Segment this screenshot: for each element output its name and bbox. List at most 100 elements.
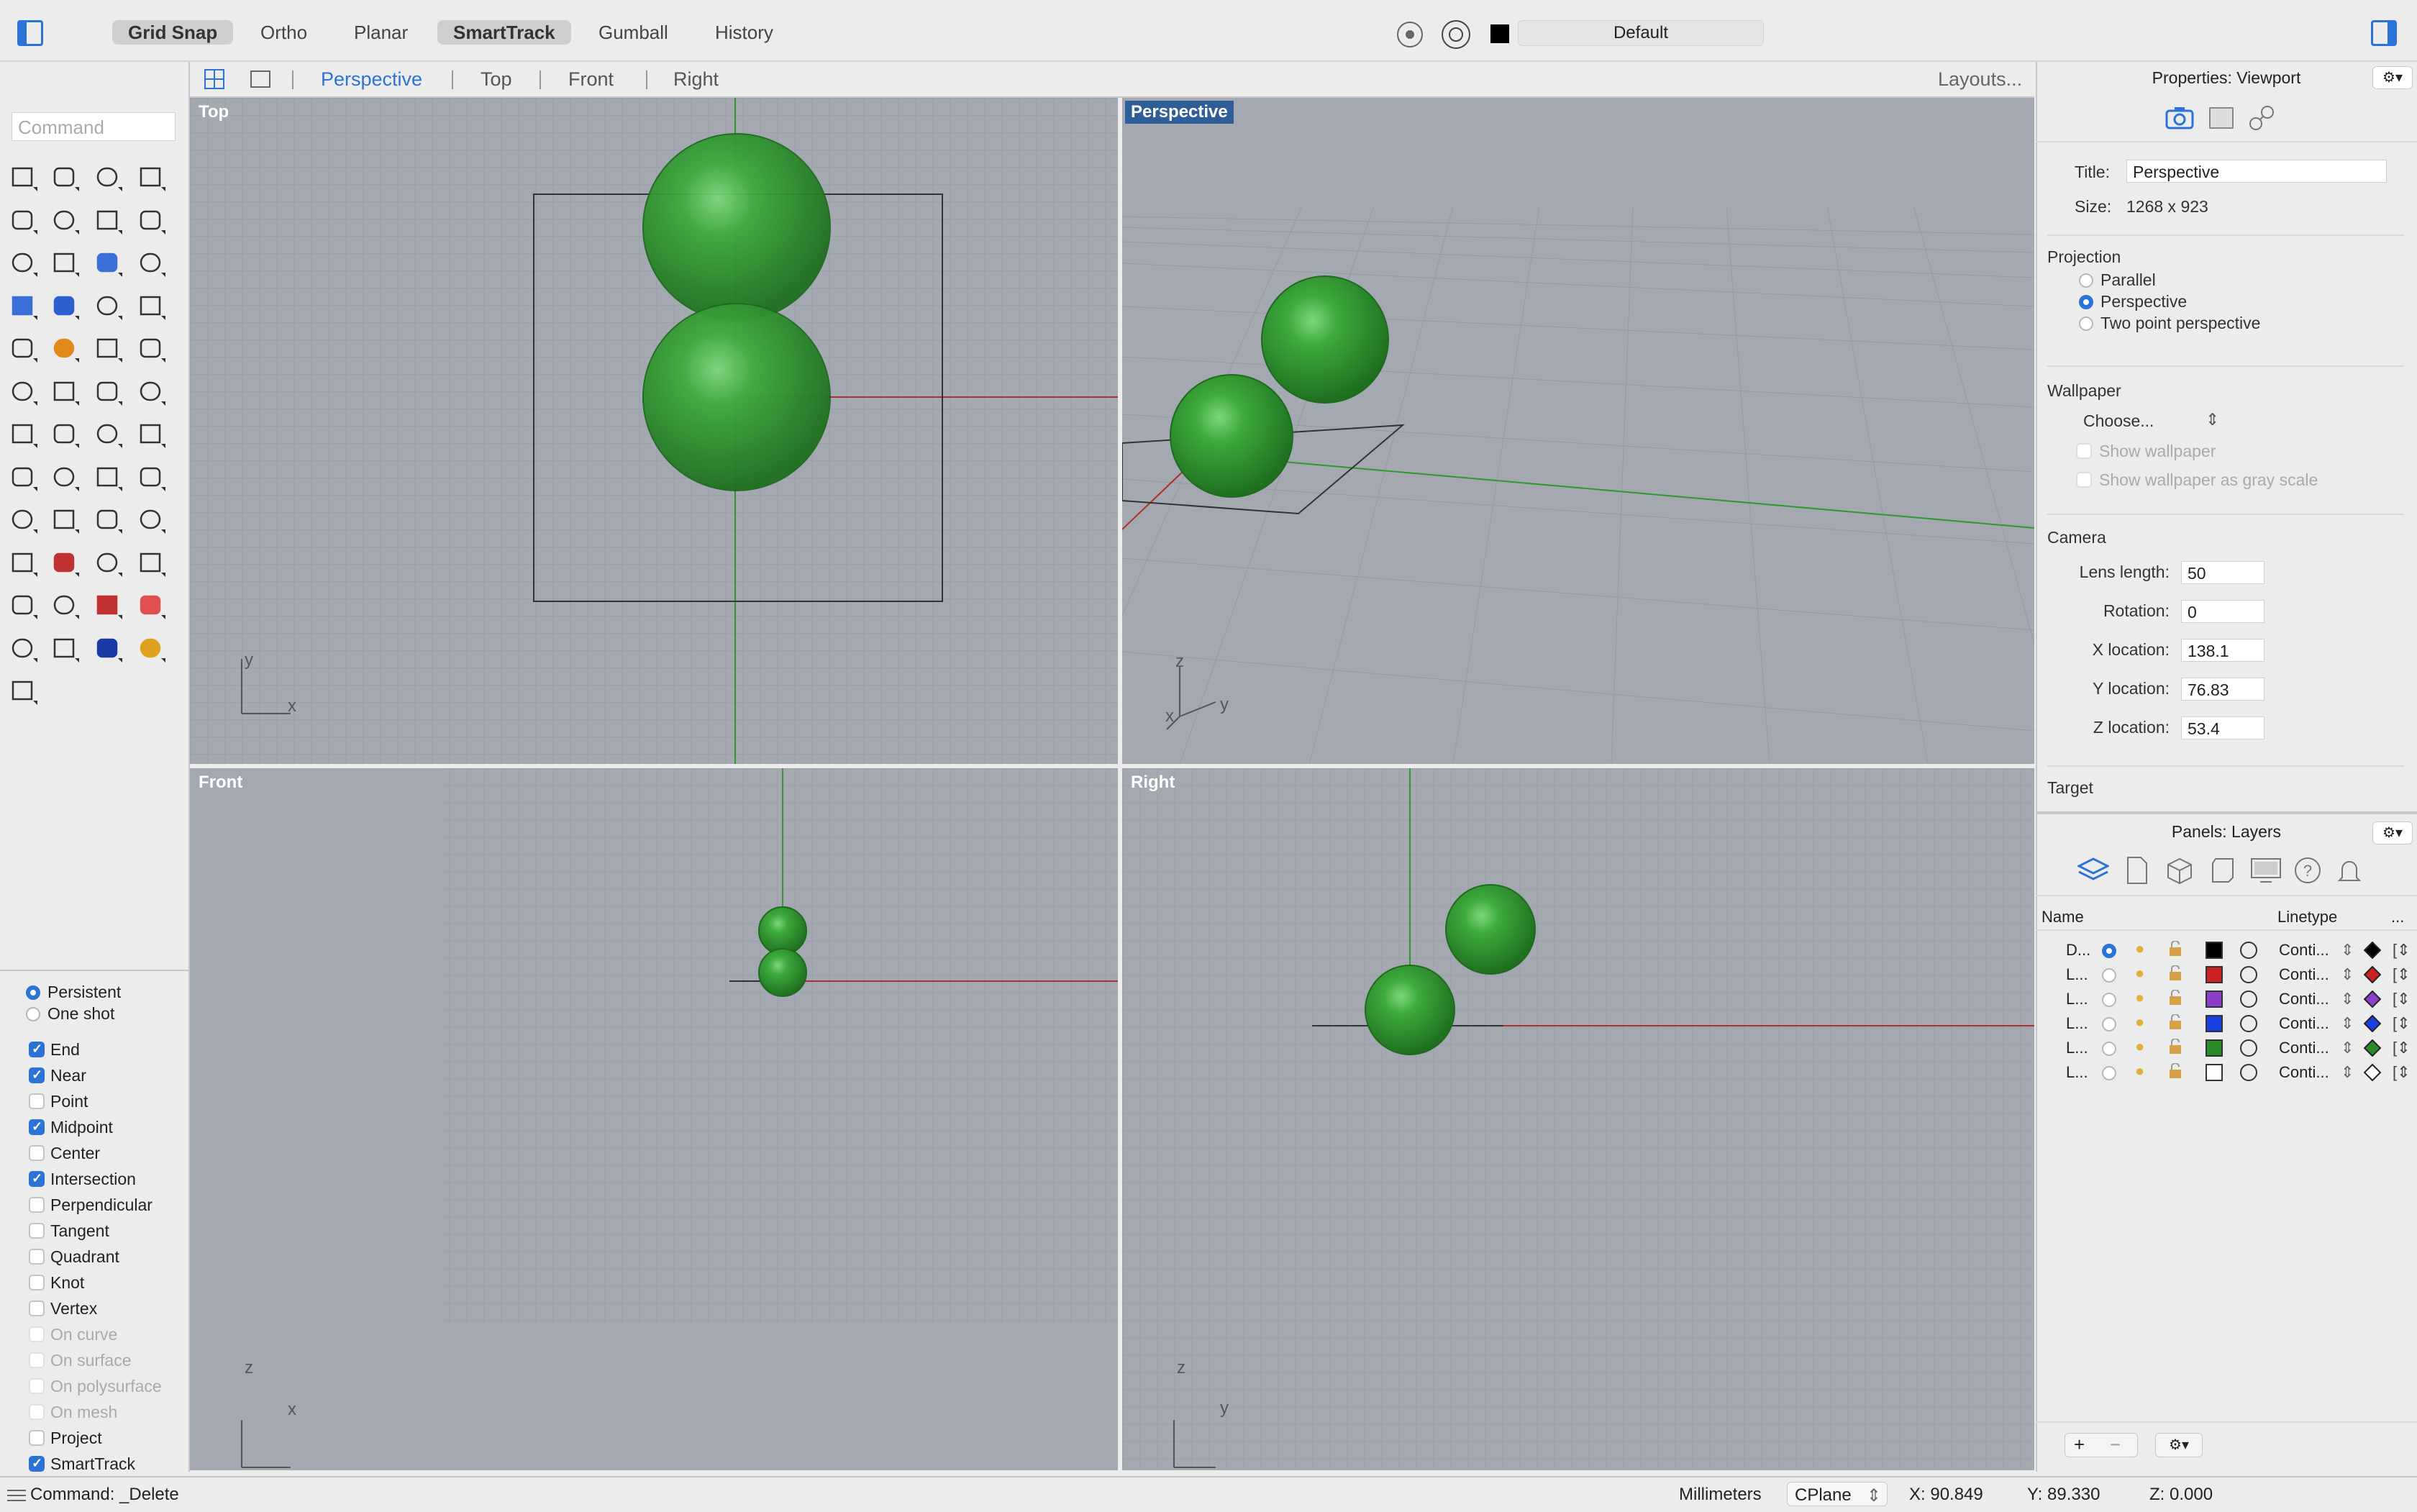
camera-icon[interactable] [2165, 105, 2194, 131]
cplane-select[interactable]: CPlane ⇕ [1787, 1482, 1888, 1506]
layer-row[interactable]: L... ● Conti... ⇕ [⇕ [2036, 1011, 2417, 1036]
curve-icon[interactable] [134, 160, 168, 194]
tab-perspective[interactable]: Perspective [321, 62, 422, 96]
fillet-edge-icon[interactable] [91, 374, 125, 409]
single-view-icon[interactable] [250, 69, 270, 89]
osnap-mode-radio-persistent[interactable] [26, 985, 40, 1000]
projection-radio-parallel[interactable] [2079, 273, 2093, 288]
remove-layer-button[interactable]: − [2110, 1434, 2121, 1455]
units-label[interactable]: Millimeters [1679, 1485, 1762, 1505]
sphere-icon[interactable] [47, 288, 82, 323]
panel-splitter[interactable] [2036, 811, 2417, 814]
lock-icon[interactable] [2168, 1014, 2182, 1029]
layer-row[interactable]: D... ● Conti... ⇕ [⇕ [2036, 938, 2417, 962]
plane-icon[interactable] [134, 288, 168, 323]
layer-current-radio[interactable] [2102, 1017, 2116, 1031]
print-width-icon[interactable]: [⇕ [2393, 1063, 2411, 1082]
transform-icon[interactable] [91, 245, 125, 280]
viewport-label-perspective[interactable]: Perspective [1125, 101, 1234, 124]
solid-edit-icon[interactable] [6, 460, 40, 494]
extrude-arrow-icon[interactable] [47, 331, 82, 365]
text-icon[interactable] [6, 416, 40, 451]
mode-toggle-grid-snap[interactable]: Grid Snap [112, 20, 234, 45]
add-layer-button[interactable]: + [2074, 1434, 2085, 1455]
lightbulb-icon[interactable]: ● [2135, 964, 2144, 983]
print-width-icon[interactable]: [⇕ [2393, 1014, 2411, 1033]
display-icon[interactable] [2207, 105, 2236, 131]
blend-icon[interactable] [134, 374, 168, 409]
lock-icon[interactable] [2168, 1062, 2182, 1078]
layer-name[interactable]: L... [2066, 965, 2088, 984]
lock-icon[interactable] [2168, 965, 2182, 980]
osnap-checkbox-on-mesh[interactable] [29, 1404, 45, 1420]
layer-current-radio[interactable] [2102, 968, 2116, 983]
lightbulb-icon[interactable]: ● [2135, 988, 2144, 1007]
mode-toggle-planar[interactable]: Planar [338, 20, 424, 45]
layer-name[interactable]: L... [2066, 990, 2088, 1008]
layer-name[interactable]: D... [2066, 941, 2090, 960]
render-mat-icon[interactable] [134, 460, 168, 494]
cylinder-icon[interactable] [91, 288, 125, 323]
layer-current-radio[interactable] [2102, 993, 2116, 1007]
osnap-checkbox-tangent[interactable] [29, 1223, 45, 1239]
print-width-icon[interactable]: [⇕ [2393, 965, 2411, 984]
print-width-icon[interactable]: [⇕ [2393, 990, 2411, 1008]
osnap-checkbox-project[interactable] [29, 1430, 45, 1446]
viewport-top[interactable]: y x Top [190, 98, 1118, 764]
camera-field-input[interactable]: 0 [2181, 600, 2264, 623]
select-icon[interactable] [6, 160, 40, 194]
lightbulb-icon[interactable]: ● [2135, 939, 2144, 958]
dimension-icon[interactable] [47, 416, 82, 451]
osnap-checkbox-knot[interactable] [29, 1275, 45, 1290]
pen-icon[interactable] [134, 631, 168, 665]
print-color-diamond-icon[interactable] [2363, 965, 2382, 984]
sidebar-toggle-right-icon[interactable] [2371, 20, 2397, 46]
osnap-checkbox-point[interactable] [29, 1093, 45, 1109]
layer-color-swatch[interactable] [2206, 966, 2223, 983]
layers-col-more[interactable]: ... [2391, 908, 2404, 926]
material-circle-icon[interactable] [2240, 1039, 2257, 1057]
tab-top[interactable]: Top [481, 62, 512, 96]
material-circle-icon[interactable] [2240, 942, 2257, 959]
rectangle-icon[interactable] [134, 203, 168, 237]
layer-row[interactable]: L... ● Conti... ⇕ [⇕ [2036, 962, 2417, 987]
split-icon[interactable] [134, 331, 168, 365]
color-wheel-icon[interactable] [134, 588, 168, 622]
material-circle-icon[interactable] [2240, 990, 2257, 1008]
mode-toggle-history[interactable]: History [699, 20, 789, 45]
polygon-icon[interactable] [6, 245, 40, 280]
layer-current-radio[interactable] [2102, 1066, 2116, 1080]
command-history[interactable]: Command: _Delete [30, 1485, 179, 1505]
properties-gear-menu[interactable]: ⚙▾ [2372, 66, 2413, 89]
layer-current-radio[interactable] [2102, 944, 2116, 958]
menu-lines-icon[interactable] [7, 1488, 26, 1502]
link-icon[interactable] [2247, 104, 2276, 132]
box-icon[interactable] [6, 288, 40, 323]
trim-icon[interactable] [91, 331, 125, 365]
wallpaper-choose-select[interactable]: Choose... [2083, 411, 2154, 431]
surface-icon[interactable] [134, 245, 168, 280]
layer-color-swatch[interactable] [2206, 1064, 2223, 1081]
mode-toggle-smarttrack[interactable]: SmartTrack [437, 20, 571, 45]
print-color-diamond-icon[interactable] [2363, 1039, 2382, 1057]
mirror-icon[interactable] [134, 545, 168, 580]
zoom-extents-icon[interactable] [91, 502, 125, 537]
four-view-icon[interactable] [204, 69, 224, 89]
zoom-icon[interactable] [6, 502, 40, 537]
car-icon[interactable] [47, 545, 82, 580]
lock-icon[interactable] [2168, 1038, 2182, 1054]
arc-icon[interactable] [91, 203, 125, 237]
zoom-selected-icon[interactable] [134, 502, 168, 537]
display-monitor-icon[interactable] [2250, 856, 2282, 885]
osnap-checkbox-smarttrack[interactable] [29, 1456, 45, 1472]
tab-right[interactable]: Right [673, 62, 719, 96]
boolean-icon[interactable] [6, 374, 40, 409]
camera-field-input[interactable]: 50 [2181, 561, 2264, 584]
layer-row[interactable]: L... ● Conti... ⇕ [⇕ [2036, 1060, 2417, 1085]
layer-linetype[interactable]: Conti... [2279, 1063, 2329, 1082]
osnap-checkbox-end[interactable] [29, 1042, 45, 1057]
layer-color-swatch[interactable] [2206, 990, 2223, 1008]
camera-field-input[interactable]: 76.83 [2181, 678, 2264, 701]
layer-color-swatch[interactable] [2206, 1039, 2223, 1057]
layer-linetype[interactable]: Conti... [2279, 1014, 2329, 1033]
